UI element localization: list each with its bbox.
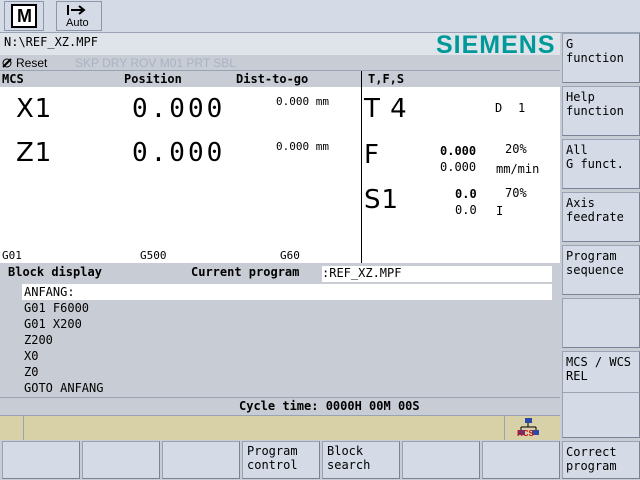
gcode-group-1: G01 — [2, 249, 22, 262]
program-line[interactable]: Z0 — [24, 364, 38, 380]
hsoftkey-7[interactable] — [482, 441, 560, 479]
axis-position-x1: 0.000 — [132, 94, 226, 124]
tfs-header: T,F,S — [368, 72, 405, 86]
top-bar: M Auto — [0, 0, 640, 33]
reset-icon — [2, 58, 12, 68]
spindle-label: S1 — [364, 185, 400, 215]
program-path: N:\REF_XZ.MPF — [4, 35, 98, 49]
gcode-group-3: G60 — [280, 249, 300, 262]
feed-label: F — [364, 140, 380, 170]
rcs-status: RCS — [504, 416, 560, 440]
position-column-header: Position — [124, 72, 182, 86]
auto-arrow-icon — [67, 5, 86, 15]
feed-override: 20% — [505, 142, 527, 156]
softkey-empty-8[interactable] — [562, 392, 640, 438]
spindle-unit: I — [496, 204, 504, 218]
cycle-time: Cycle time: 0000H 00M 00S — [239, 399, 420, 413]
current-program-label: Current program — [191, 265, 300, 279]
feed-unit: mm/min — [496, 162, 540, 176]
program-line[interactable]: G01 F6000 — [24, 300, 89, 316]
softkey-g-function[interactable]: Gfunction — [562, 33, 640, 83]
softkey-program-sequence[interactable]: Program sequence — [562, 245, 640, 295]
reset-status: Reset — [16, 56, 48, 70]
softkey-empty-6[interactable] — [562, 298, 640, 348]
feed-actual: 0.000 — [440, 144, 477, 158]
d-value: 1 — [518, 101, 526, 115]
program-line[interactable]: GOTO ANFANG — [24, 380, 103, 396]
hsoftkey-3[interactable] — [162, 441, 240, 479]
axis-name-z1: Z1 — [16, 138, 53, 168]
hsoftkey-2[interactable] — [82, 441, 160, 479]
gcode-group-2: G500 — [140, 249, 167, 262]
softkey-all-g-funct[interactable]: All G funct. — [562, 139, 640, 189]
dist-to-go-header: Dist-to-go — [236, 72, 309, 86]
block-display-title: Block display — [8, 265, 102, 279]
mcs-header: MCS — [2, 72, 24, 86]
softkey-program-control[interactable]: Program control — [242, 441, 320, 479]
hsoftkey-6[interactable] — [402, 441, 480, 479]
axis-dtg-z1: 0.000 mm — [276, 140, 329, 153]
softkey-help-function[interactable]: Help function — [562, 86, 640, 136]
softkey-axis-feedrate[interactable]: Axis feedrate — [562, 192, 640, 242]
program-line[interactable]: G01 X200 — [24, 316, 82, 332]
axis-dtg-x1: 0.000 mm — [276, 95, 329, 108]
spindle-setpoint: 0.0 — [455, 203, 477, 217]
mode-auto-button[interactable]: Auto — [56, 1, 102, 31]
mode-machine-button[interactable]: M — [4, 1, 44, 31]
softkey-correct-program[interactable]: Correct program — [562, 441, 640, 479]
program-line[interactable]: ANFANG: — [24, 284, 75, 300]
program-flags: SKP DRY ROV M01 PRT SBL — [75, 56, 236, 70]
active-tool: T 4 — [364, 94, 408, 124]
cycle-time-row: Cycle time: 0000H 00M 00S — [0, 397, 560, 415]
program-line[interactable]: Z200 — [24, 332, 53, 348]
position-header: MCS Position Dist-to-go — [0, 71, 361, 87]
current-program-field: :REF_XZ.MPF — [322, 266, 552, 282]
channel-status-row: Reset SKP DRY ROV M01 PRT SBL — [0, 55, 560, 71]
program-path-row: N:\REF_XZ.MPF SIEMENS — [0, 31, 560, 59]
feed-setpoint: 0.000 — [440, 160, 477, 174]
axis-position-z1: 0.000 — [132, 138, 226, 168]
hsoftkey-1[interactable] — [2, 441, 80, 479]
block-display-panel: Block display Current program :REF_XZ.MP… — [0, 263, 560, 397]
spindle-override: 70% — [505, 186, 527, 200]
softkey-block-search[interactable]: Block search — [322, 441, 400, 479]
current-block-highlight — [22, 284, 552, 300]
axis-name-x1: X1 — [16, 94, 53, 124]
d-label: D — [495, 101, 503, 115]
message-row: RCS — [0, 415, 560, 440]
spindle-actual: 0.0 — [455, 187, 477, 201]
tfs-header-bar: T,F,S — [362, 71, 560, 87]
machine-mode-icon: M — [11, 4, 37, 28]
program-line[interactable]: X0 — [24, 348, 38, 364]
